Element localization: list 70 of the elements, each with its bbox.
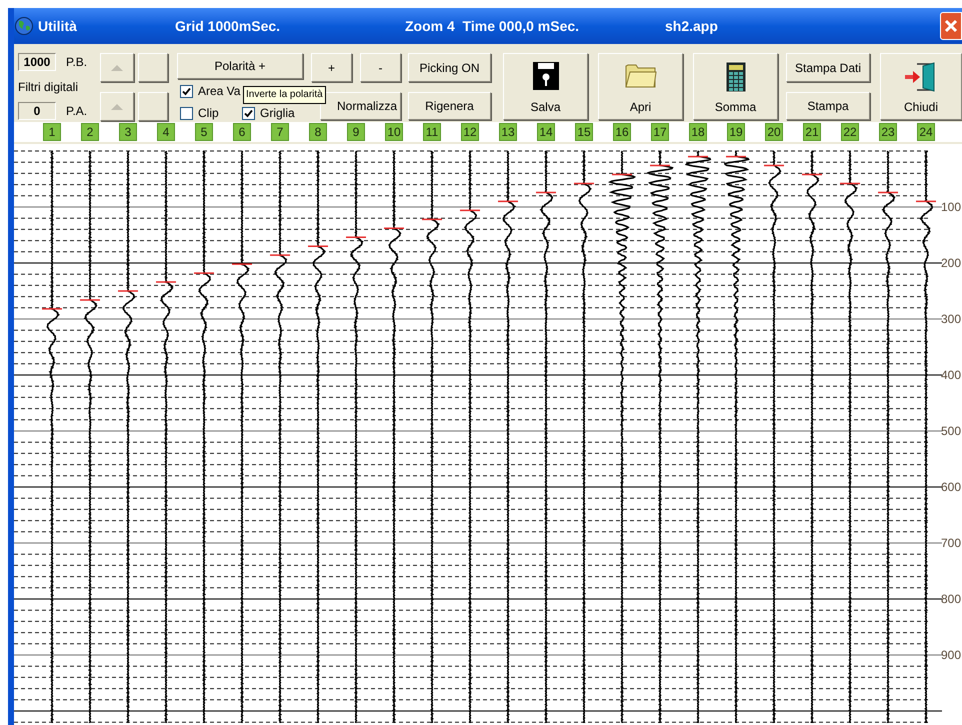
trace-number: 22: [841, 123, 859, 141]
trace-number: 20: [765, 123, 783, 141]
trace-number: 10: [385, 123, 403, 141]
polarity-button[interactable]: Polarità +: [177, 53, 303, 79]
trace-number: 23: [879, 123, 897, 141]
time-axis-label: 600: [940, 480, 961, 494]
trace-number: 16: [613, 123, 631, 141]
time-axis-label: 200: [940, 256, 961, 270]
picking-button[interactable]: Picking ON: [408, 53, 491, 82]
print-data-button[interactable]: Stampa Dati: [786, 53, 870, 82]
checkbox-label: Clip: [198, 105, 219, 122]
trace-number: 7: [271, 123, 289, 141]
blank-button[interactable]: [138, 53, 168, 82]
checkbox[interactable]: [242, 106, 255, 120]
trace-number: 11: [423, 123, 441, 141]
increase-gain-button[interactable]: +: [311, 53, 352, 82]
trace-number: 13: [499, 123, 517, 141]
up-arrow-button[interactable]: [100, 53, 134, 82]
time-axis-label: 400: [940, 368, 961, 382]
trace-number: 21: [803, 123, 821, 141]
trace-number: 1: [43, 123, 61, 141]
trace-number: 12: [461, 123, 479, 141]
globe-icon: [15, 17, 33, 35]
file-name: sh2.app: [665, 16, 719, 36]
trace-number: 4: [157, 123, 175, 141]
blank-button[interactable]: [138, 92, 168, 121]
grid-status: Grid 1000mSec.: [175, 16, 282, 36]
checkbox-label: Griglia: [260, 105, 295, 122]
print-button[interactable]: Stampa: [786, 92, 870, 120]
trace-number: 9: [347, 123, 365, 141]
trace-number: 6: [233, 123, 251, 141]
close-icon: [944, 19, 958, 33]
low-cut-field[interactable]: 0: [18, 102, 56, 120]
regenerate-button[interactable]: Rigenera: [408, 92, 491, 120]
time-axis-label: 800: [940, 592, 961, 606]
calculator-icon: [726, 62, 746, 92]
low-cut-label: P.A.: [66, 103, 88, 120]
trace-number: 24: [917, 123, 935, 141]
time-axis-label: 300: [940, 312, 961, 326]
trace-number: 19: [727, 123, 745, 141]
save-button[interactable]: Salva: [503, 53, 588, 120]
window-title: Utilità: [38, 16, 77, 36]
folder-icon: [624, 62, 656, 88]
trace-number: 3: [119, 123, 137, 141]
time-axis-label: 500: [940, 424, 961, 438]
close-window-button[interactable]: Chiudi: [880, 53, 962, 120]
high-cut-label: P.B.: [66, 54, 88, 71]
filters-caption: Filtri digitali: [18, 78, 80, 96]
trace-number: 2: [81, 123, 99, 141]
high-cut-field[interactable]: 1000: [18, 53, 56, 71]
trace-number: 5: [195, 123, 213, 141]
trace-number: 14: [537, 123, 555, 141]
time-axis-label: 900: [940, 648, 961, 662]
trace-number: 15: [575, 123, 593, 141]
trace-number: 18: [689, 123, 707, 141]
tooltip: Inverte la polarità: [243, 86, 326, 104]
time-axis-label: 700: [940, 536, 961, 550]
open-button[interactable]: Apri: [598, 53, 683, 120]
trace-number: 8: [309, 123, 327, 141]
checkbox[interactable]: [180, 106, 193, 120]
close-button[interactable]: [940, 12, 962, 40]
sum-button[interactable]: Somma: [693, 53, 778, 120]
up-arrow-button[interactable]: [100, 92, 134, 121]
zoom-time-status: Zoom 4 Time 000,0 mSec.: [405, 16, 580, 36]
decrease-gain-button[interactable]: -: [360, 53, 401, 82]
checkbox-label: Area Va: [198, 83, 240, 100]
exit-door-icon: [905, 62, 937, 92]
time-axis-label: 100: [940, 200, 961, 214]
trace-number: 17: [651, 123, 669, 141]
checkbox[interactable]: [180, 84, 193, 98]
